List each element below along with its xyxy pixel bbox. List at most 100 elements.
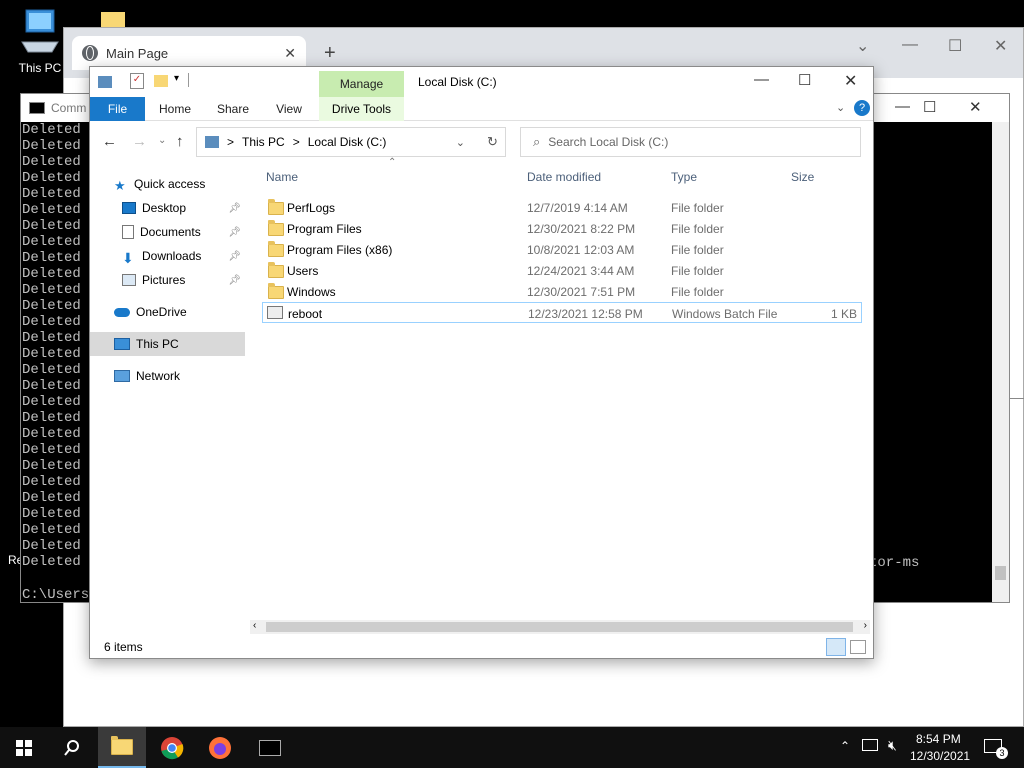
recent-locations-icon[interactable]: ⌄: [158, 135, 166, 146]
pin-icon[interactable]: 📌︎: [228, 251, 241, 262]
up-button[interactable]: ↑: [176, 133, 184, 150]
search-button[interactable]: [48, 727, 96, 768]
window-title: Local Disk (C:): [418, 75, 497, 89]
ribbon-tabs: File Home Share View Drive Tools ⌄ ?: [90, 97, 873, 121]
sidebar-item-downloads[interactable]: ⬇ Downloads 📌︎: [90, 244, 245, 268]
new-folder-icon[interactable]: [154, 75, 168, 87]
close-tab-icon[interactable]: ✕: [284, 45, 296, 62]
scroll-thumb[interactable]: [266, 622, 853, 632]
desktop-this-pc-shortcut[interactable]: This PC: [12, 8, 68, 75]
scroll-right-icon[interactable]: ›: [864, 620, 867, 631]
clock-date[interactable]: 12/30/2021: [910, 749, 970, 763]
taskbar-chrome[interactable]: [148, 727, 196, 768]
qat-dropdown-icon[interactable]: ▾: [174, 73, 179, 84]
table-row[interactable]: reboot 12/23/2021 12:58 PM Windows Batch F…: [262, 302, 862, 323]
windows-logo-icon: [16, 739, 32, 756]
breadcrumb-local-disk[interactable]: Local Disk (C:): [308, 135, 387, 149]
cmd-icon: [29, 102, 45, 114]
tab-drive-tools[interactable]: Drive Tools: [319, 97, 404, 121]
table-row[interactable]: Program Files (x86) 10/8/2021 12:03 AM Fil…: [262, 239, 862, 260]
details-view-icon[interactable]: [826, 638, 846, 656]
folder-icon: [268, 220, 284, 236]
file-date: 10/8/2021 12:03 AM: [527, 243, 635, 257]
start-button[interactable]: [0, 727, 48, 768]
sidebar-item-quick-access[interactable]: ★ Quick access: [90, 172, 245, 196]
file-name: Program Files (x86): [287, 243, 393, 257]
table-row[interactable]: Users 12/24/2021 3:44 AM File folder: [262, 260, 862, 281]
sidebar-item-documents[interactable]: Documents 📌︎: [90, 220, 245, 244]
refresh-icon[interactable]: ↻: [487, 134, 498, 150]
ribbon-expand-icon[interactable]: ⌄: [836, 101, 845, 114]
tab-home[interactable]: Home: [154, 97, 196, 121]
cmd-close-button[interactable]: ✕: [969, 98, 982, 116]
help-icon[interactable]: ?: [854, 100, 870, 116]
properties-icon[interactable]: ✓: [130, 73, 144, 89]
pin-icon[interactable]: 📌︎: [228, 227, 241, 238]
column-header-name[interactable]: Name: [266, 170, 298, 184]
file-date: 12/23/2021 12:58 PM: [528, 307, 643, 321]
cmd-scrollbar[interactable]: [992, 122, 1009, 602]
back-button[interactable]: ←: [102, 133, 117, 150]
notification-count-badge: 3: [996, 747, 1008, 759]
chevron-down-icon[interactable]: ⌄: [856, 36, 869, 56]
clock-time[interactable]: 8:54 PM: [916, 732, 961, 746]
star-icon: ★: [114, 178, 126, 193]
sidebar-item-pictures[interactable]: Pictures 📌︎: [90, 268, 245, 292]
breadcrumb-this-pc[interactable]: This PC: [242, 135, 285, 149]
desktop-folder-icon[interactable]: [101, 12, 125, 28]
sidebar-item-label: This PC: [136, 337, 179, 351]
firefox-icon: [209, 736, 231, 759]
tab-view[interactable]: View: [268, 97, 310, 121]
taskbar-cmd[interactable]: [246, 727, 294, 768]
scroll-left-icon[interactable]: ‹: [253, 620, 256, 631]
large-icons-view-icon[interactable]: [850, 640, 866, 654]
close-button[interactable]: ✕: [844, 71, 857, 91]
new-tab-button[interactable]: +: [324, 42, 336, 65]
sidebar-item-desktop[interactable]: Desktop 📌︎: [90, 196, 245, 220]
sidebar-item-this-pc[interactable]: This PC: [90, 332, 245, 356]
taskbar-file-explorer[interactable]: [98, 727, 146, 768]
sidebar-item-onedrive[interactable]: OneDrive: [90, 300, 245, 324]
column-header-type[interactable]: Type: [671, 170, 697, 184]
cloud-icon: [114, 307, 130, 317]
cmd-minimize-button[interactable]: —: [895, 98, 910, 115]
scroll-thumb[interactable]: [995, 566, 1006, 580]
sidebar-item-label: Documents: [140, 225, 201, 239]
network-status-icon[interactable]: [862, 739, 878, 751]
manage-contextual-tab-header[interactable]: Manage: [319, 71, 404, 97]
minimize-button[interactable]: —: [754, 71, 769, 88]
file-rows: PerfLogs 12/7/2019 4:14 AM File folder Prog…: [262, 197, 862, 323]
file-date: 12/30/2021 7:51 PM: [527, 285, 636, 299]
pin-icon[interactable]: 📌︎: [228, 275, 241, 286]
browser-tab-main[interactable]: Main Page ✕: [72, 36, 306, 70]
file-date: 12/30/2021 8:22 PM: [527, 222, 636, 236]
tab-share[interactable]: Share: [212, 97, 254, 121]
network-icon: [114, 370, 130, 382]
cmd-maximize-button[interactable]: ☐: [923, 98, 936, 116]
separator: [188, 73, 189, 87]
browser-minimize-button[interactable]: —: [902, 36, 918, 54]
folder-icon: [268, 262, 284, 278]
address-bar[interactable]: > This PC > Local Disk (C:) ⌄ ↻: [196, 127, 506, 157]
column-header-size[interactable]: Size: [791, 170, 814, 184]
pictures-icon: [122, 274, 136, 286]
column-header-date[interactable]: Date modified: [527, 170, 601, 184]
folder-icon: [111, 735, 133, 755]
maximize-button[interactable]: ☐: [798, 71, 811, 89]
horizontal-scrollbar[interactable]: ‹ ›: [250, 620, 870, 634]
chevron-up-icon[interactable]: ⌃: [840, 739, 850, 753]
table-row[interactable]: Windows 12/30/2021 7:51 PM File folder: [262, 281, 862, 302]
browser-close-button[interactable]: ✕: [994, 36, 1007, 56]
table-row[interactable]: PerfLogs 12/7/2019 4:14 AM File folder: [262, 197, 862, 218]
browser-maximize-button[interactable]: ☐: [948, 36, 962, 56]
taskbar-firefox[interactable]: [196, 727, 244, 768]
batch-file-icon: [267, 306, 283, 319]
tab-file[interactable]: File: [90, 97, 145, 121]
volume-muted-icon[interactable]: 🔇︎: [888, 737, 897, 754]
forward-button[interactable]: →: [132, 133, 147, 150]
search-input[interactable]: ⌕ Search Local Disk (C:): [520, 127, 861, 157]
table-row[interactable]: Program Files 12/30/2021 8:22 PM File fold…: [262, 218, 862, 239]
pin-icon[interactable]: 📌︎: [228, 203, 241, 214]
chevron-down-icon[interactable]: ⌄: [456, 136, 465, 149]
sidebar-item-network[interactable]: Network: [90, 364, 245, 388]
